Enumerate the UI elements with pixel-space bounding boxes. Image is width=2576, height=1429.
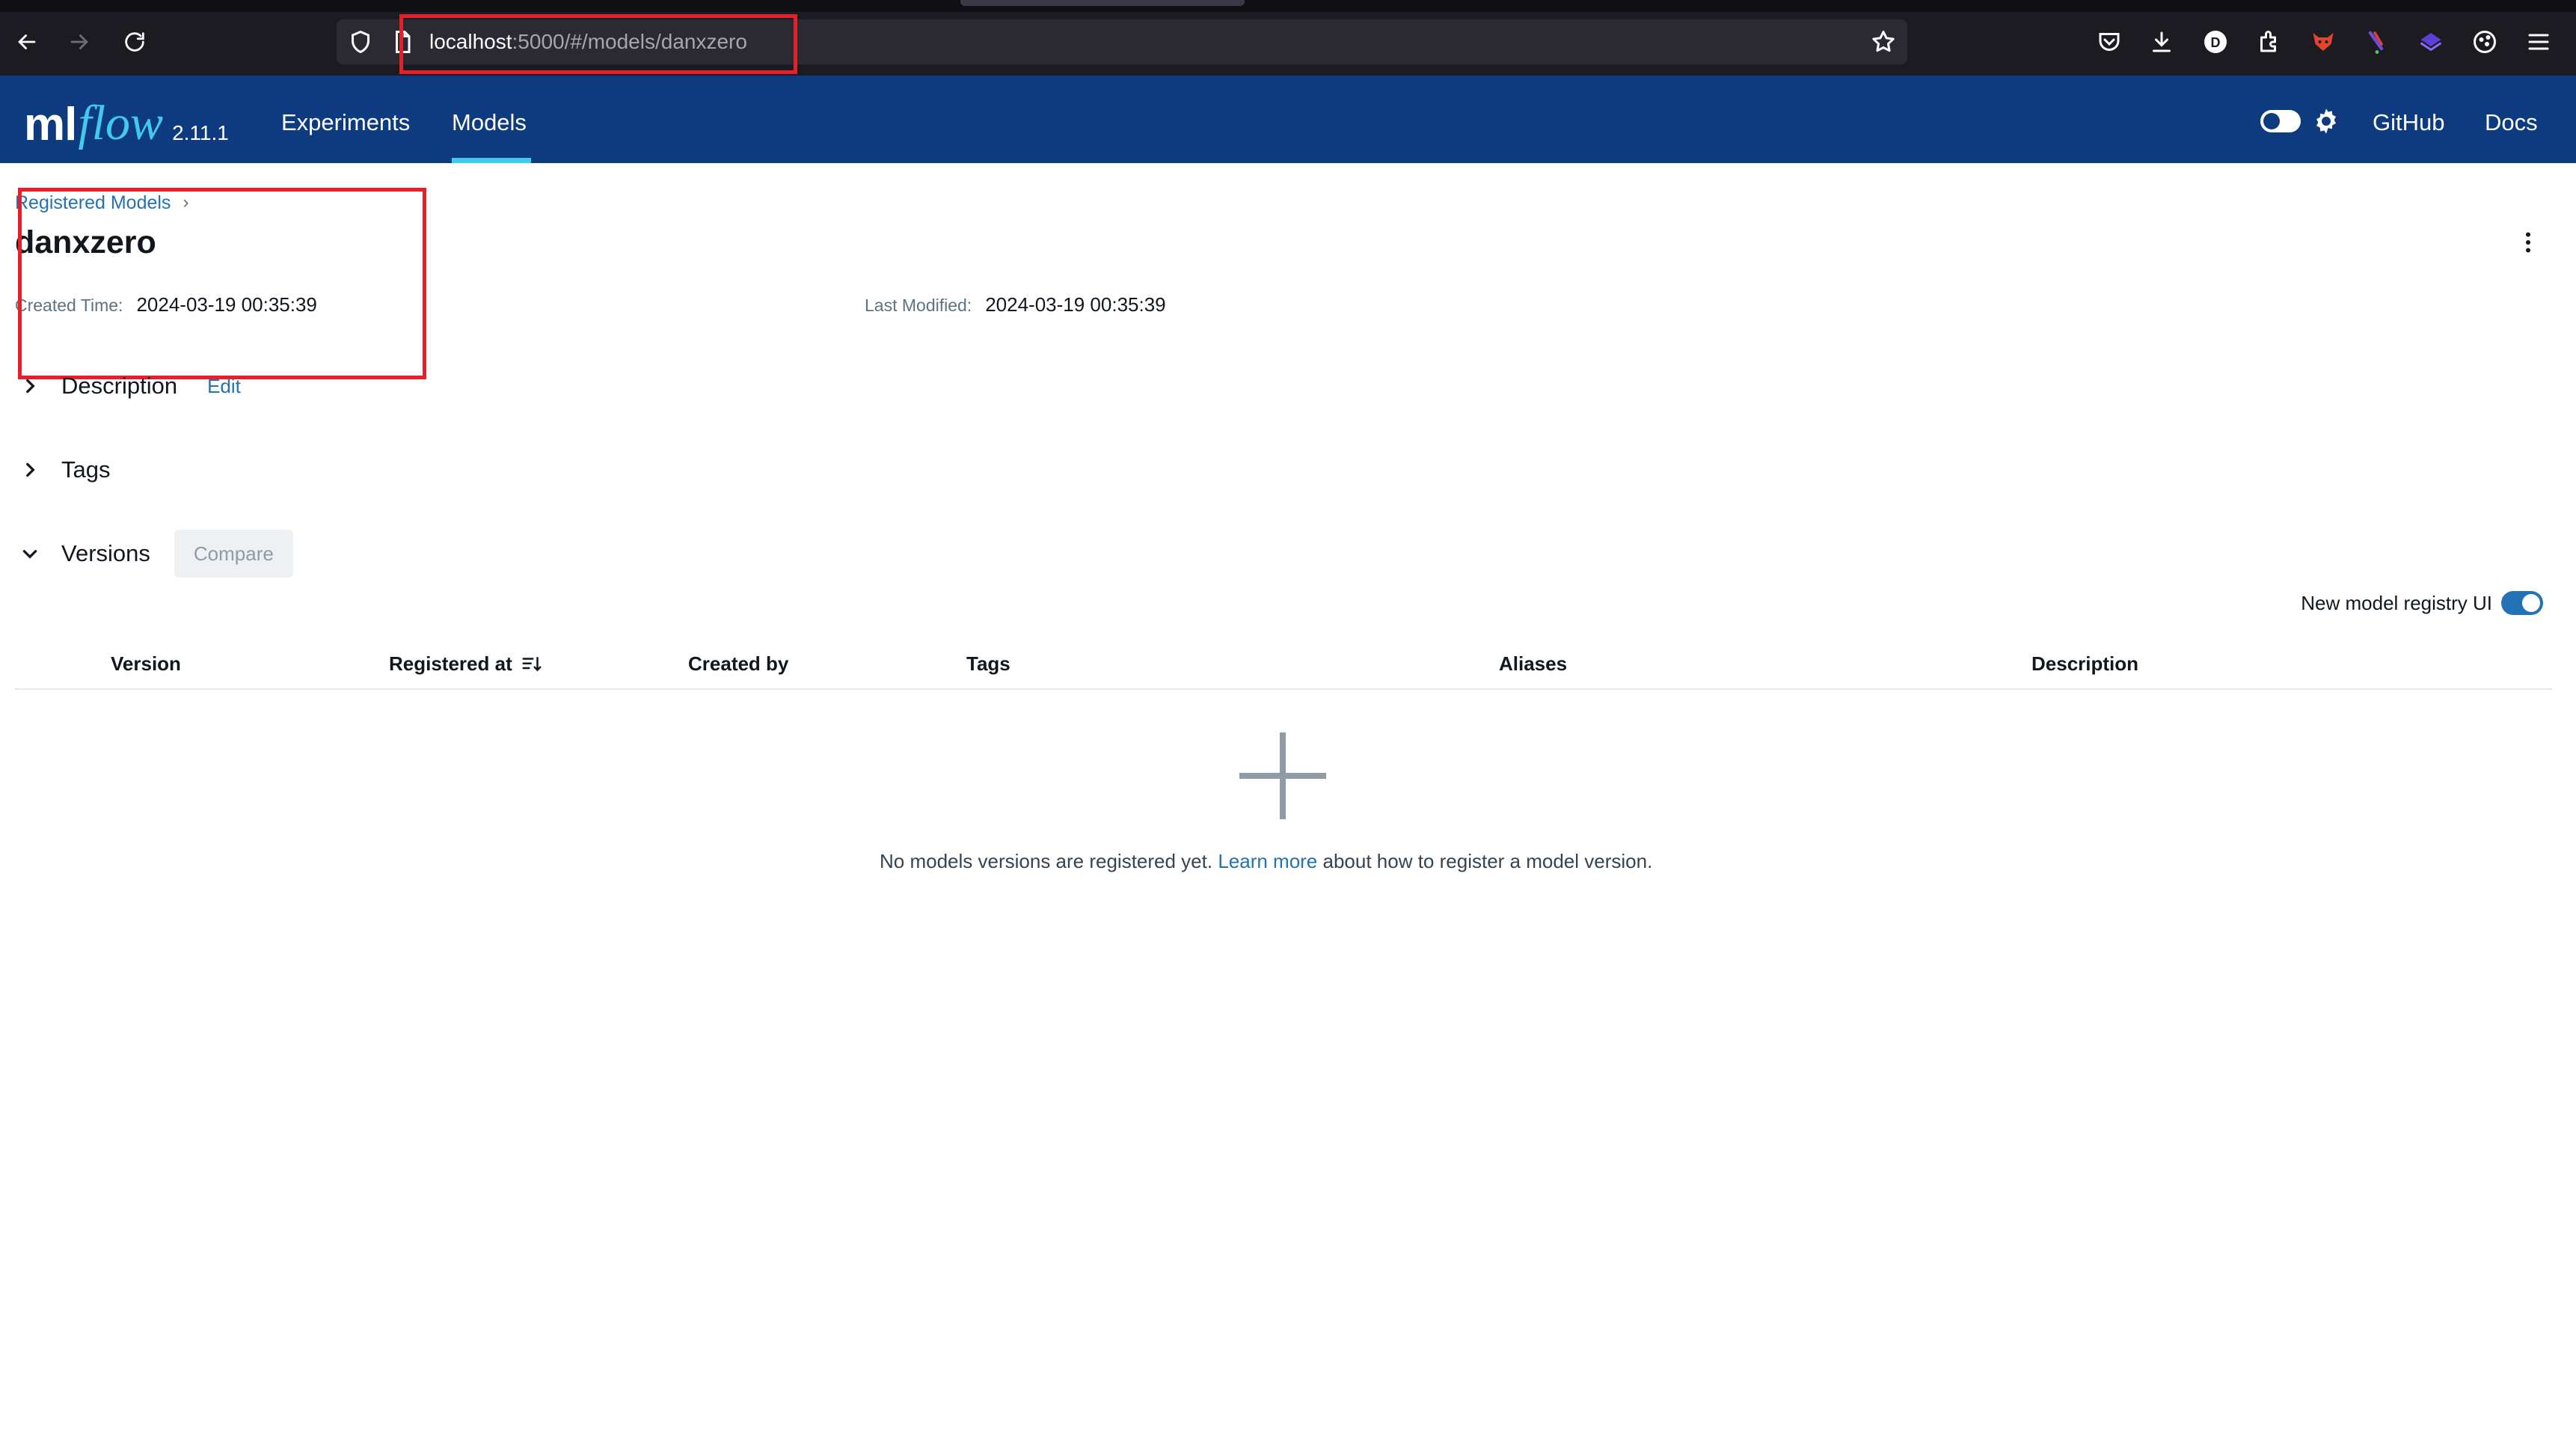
compare-button[interactable]: Compare xyxy=(174,530,293,578)
sort-descending-icon[interactable] xyxy=(520,653,544,676)
chevron-down-icon[interactable] xyxy=(16,540,43,567)
shield-icon[interactable] xyxy=(346,27,375,57)
chevron-right-icon[interactable] xyxy=(16,373,43,400)
logo-ml-text: ml xyxy=(24,99,77,150)
forward-icon[interactable] xyxy=(63,25,96,58)
theme-toggle[interactable] xyxy=(2260,110,2301,132)
extensions-icon[interactable] xyxy=(2254,27,2284,57)
description-title[interactable]: Description xyxy=(61,371,177,401)
nav-models[interactable]: Models xyxy=(452,108,527,138)
theme-toggle-knob xyxy=(2263,113,2280,129)
column-created-by[interactable]: Created by xyxy=(688,652,788,676)
description-section: Description Edit xyxy=(16,371,241,401)
registry-toggle-knob xyxy=(2522,594,2540,612)
versions-section: Versions Compare xyxy=(16,530,293,578)
new-registry-ui-toggle[interactable] xyxy=(2501,591,2543,615)
cookie-icon[interactable] xyxy=(2470,27,2500,57)
column-description[interactable]: Description xyxy=(2031,652,2138,676)
gear-icon[interactable] xyxy=(2311,106,2341,136)
mlflow-version: 2.11.1 xyxy=(172,121,229,144)
column-tags[interactable]: Tags xyxy=(966,652,1011,676)
mlflow-logo[interactable]: ml flow 2.11.1 xyxy=(24,88,229,148)
new-registry-ui-label: New model registry UI xyxy=(2301,591,2492,614)
new-registry-ui-control: New model registry UI xyxy=(2301,591,2543,615)
last-modified-label: Last Modified: xyxy=(865,296,972,315)
nav-experiments[interactable]: Experiments xyxy=(281,108,410,138)
last-modified: Last Modified: 2024-03-19 00:35:39 xyxy=(865,293,1166,316)
empty-state-text-before: No models versions are registered yet. xyxy=(880,850,1218,872)
more-options-icon[interactable] xyxy=(2515,229,2542,256)
tags-section: Tags xyxy=(16,455,110,485)
tags-title[interactable]: Tags xyxy=(61,455,110,485)
last-modified-value: 2024-03-19 00:35:39 xyxy=(985,293,1166,316)
sparkle-extension-icon[interactable] xyxy=(2362,27,2392,57)
browser-tab-strip xyxy=(0,0,2576,12)
fox-extension-icon[interactable] xyxy=(2308,27,2338,57)
empty-state-message: No models versions are registered yet. L… xyxy=(880,848,1652,874)
logo-flow-text: flow xyxy=(78,96,164,150)
svg-text:D: D xyxy=(2211,35,2221,50)
column-registered-at-label: Registered at xyxy=(389,652,512,675)
bookmark-star-icon[interactable] xyxy=(1868,27,1898,57)
empty-state-text-after: about how to register a model version. xyxy=(1317,850,1653,872)
github-link[interactable]: GitHub xyxy=(2373,108,2444,138)
hamburger-menu-icon[interactable] xyxy=(2524,27,2554,57)
annotation-highlight-url xyxy=(399,14,797,74)
versions-title[interactable]: Versions xyxy=(61,539,150,569)
download-icon[interactable] xyxy=(2147,27,2177,57)
pocket-icon[interactable] xyxy=(2094,27,2124,57)
back-icon[interactable] xyxy=(10,25,43,58)
active-nav-indicator xyxy=(452,158,531,163)
edit-description-link[interactable]: Edit xyxy=(207,375,241,398)
docs-link[interactable]: Docs xyxy=(2485,108,2538,138)
profile-avatar-icon[interactable]: D xyxy=(2201,27,2230,57)
column-aliases[interactable]: Aliases xyxy=(1499,652,1567,676)
learn-more-link[interactable]: Learn more xyxy=(1218,850,1317,872)
annotation-highlight-model-header xyxy=(18,188,426,379)
column-registered-at[interactable]: Registered at xyxy=(389,652,544,676)
reload-icon[interactable] xyxy=(118,25,151,58)
versions-table-header: Version Registered at Created by Tags Al… xyxy=(15,645,2552,690)
column-version[interactable]: Version xyxy=(111,652,181,676)
chevron-right-icon[interactable] xyxy=(16,456,43,483)
browser-tab[interactable] xyxy=(960,0,1245,6)
layers-extension-icon[interactable] xyxy=(2416,27,2446,57)
empty-state-plus-icon xyxy=(1239,732,1326,819)
